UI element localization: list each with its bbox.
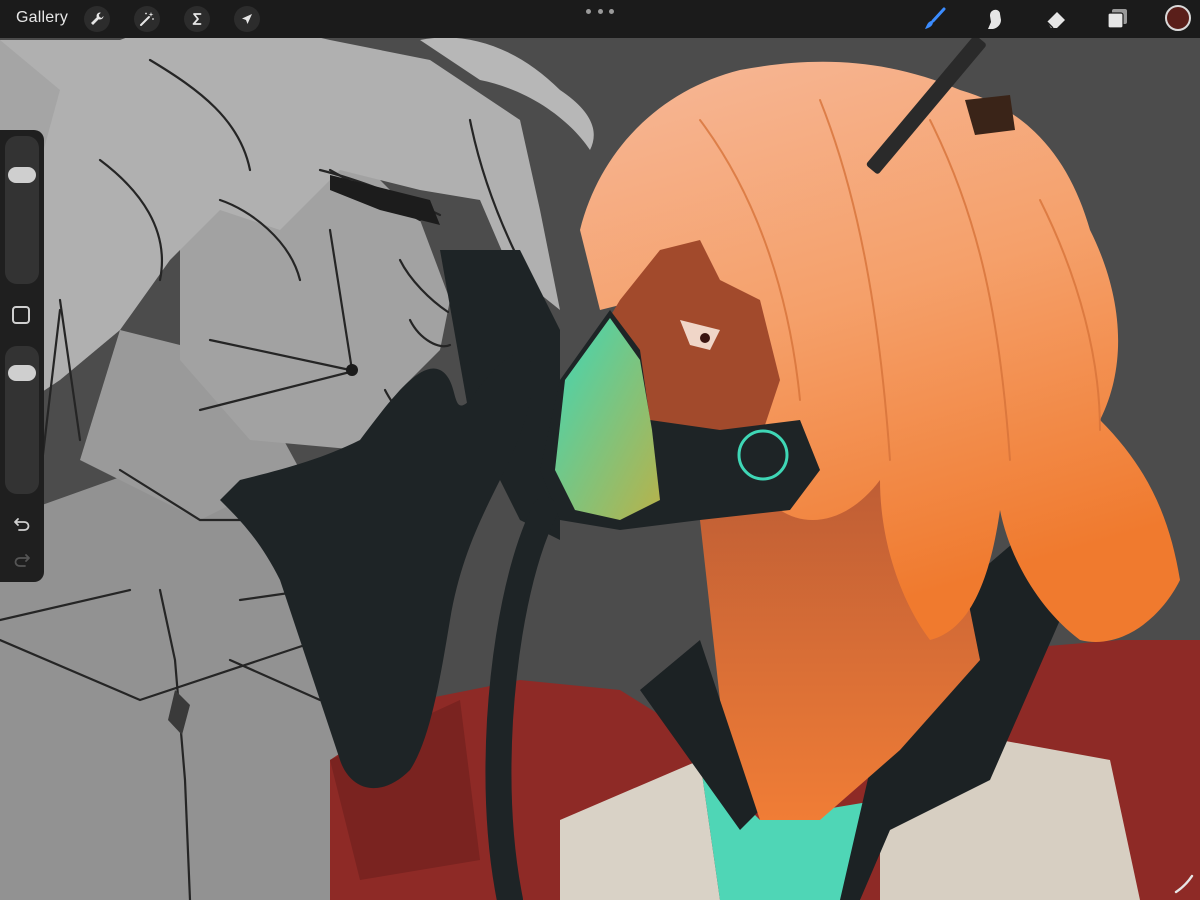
modify-button[interactable] [12,306,30,324]
dot-icon [597,8,603,14]
gallery-button[interactable]: Gallery [16,9,68,27]
arrow-cursor-icon [242,14,252,24]
dot-icon [586,8,591,14]
layers-icon [1107,9,1127,29]
smudge-finger-icon [988,9,1001,29]
selection-s-icon [192,13,202,25]
undo-button[interactable] [8,510,36,538]
actions-button[interactable] [84,6,110,32]
left-sidebar [0,130,44,582]
layers-button[interactable] [1103,5,1131,33]
redo-icon [14,554,30,567]
selection-button[interactable] [184,6,210,32]
smudge-tool-button[interactable] [981,5,1009,33]
opacity-thumb[interactable] [8,364,36,381]
magic-wand-icon [140,12,154,26]
redo-button[interactable] [8,546,36,574]
adjustments-button[interactable] [134,6,160,32]
brush-icon [925,7,946,29]
more-options-dots[interactable] [586,6,614,16]
eraser-tool-button[interactable] [1042,5,1070,33]
eraser-icon [1046,12,1065,29]
corner-brush-stroke-icon [1174,874,1194,894]
undo-icon [14,518,30,531]
color-swatch-button[interactable] [1165,5,1191,31]
top-toolbar: Gallery [0,0,1200,38]
brush-size-slider[interactable] [5,136,39,284]
wrench-icon [91,12,104,25]
brush-tool-button[interactable] [921,5,949,33]
transform-button[interactable] [234,6,260,32]
dot-icon [609,8,614,14]
brush-size-thumb[interactable] [8,167,36,184]
opacity-slider[interactable] [5,346,39,494]
drawing-canvas[interactable] [0,0,1200,900]
